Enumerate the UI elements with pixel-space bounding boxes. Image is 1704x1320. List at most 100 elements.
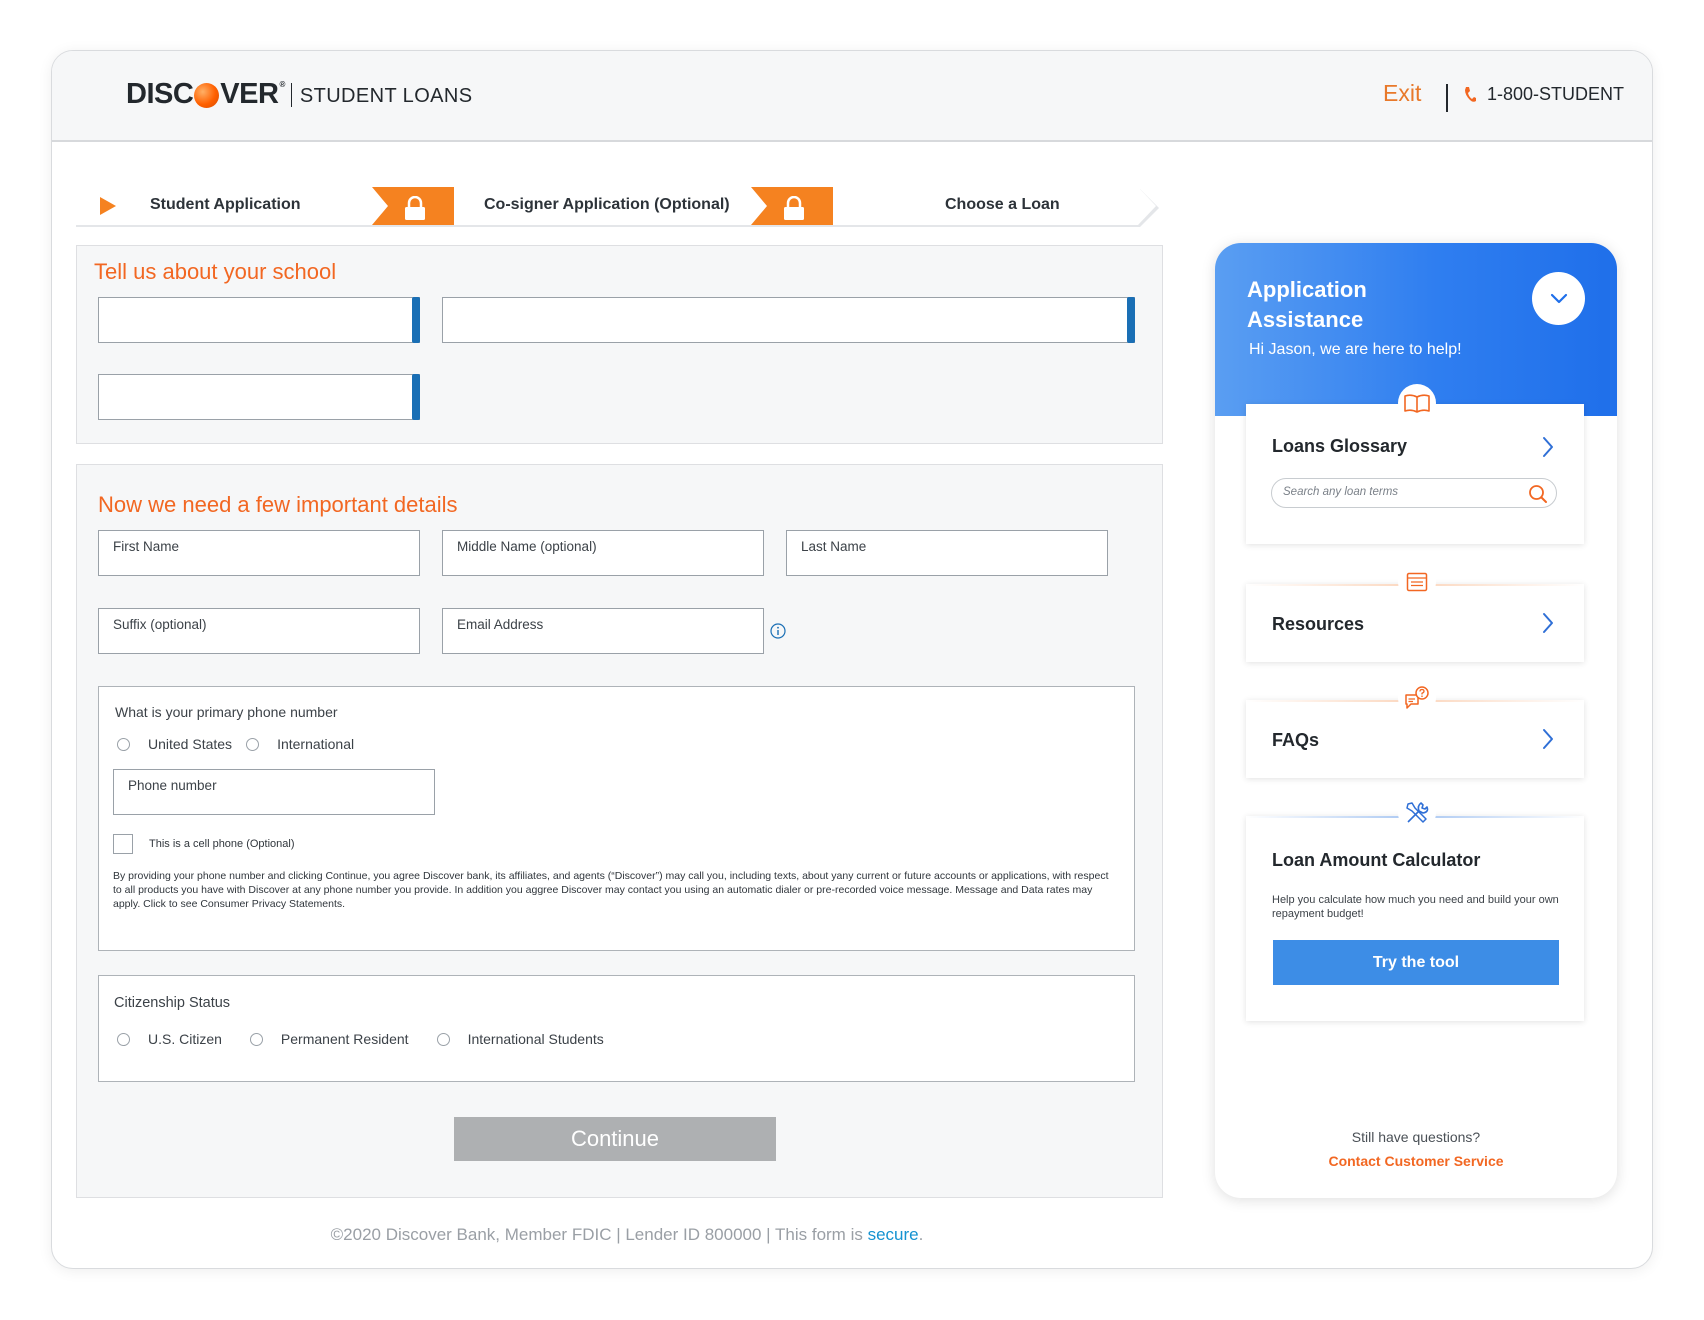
collapse-button[interactable] (1532, 272, 1585, 325)
footer-period: . (918, 1225, 924, 1244)
phone-section: What is your primary phone number United… (98, 686, 1135, 951)
lock-icon (784, 196, 804, 220)
email-field[interactable]: Email Address (442, 608, 764, 654)
exit-link[interactable]: Exit (1383, 80, 1421, 107)
secure-link[interactable]: secure (868, 1225, 919, 1244)
glossary-search-input[interactable]: Search any loan terms (1271, 478, 1557, 508)
school-input-3[interactable] (98, 374, 420, 420)
radio-label: International Students (467, 1031, 604, 1047)
lock-icon (405, 196, 425, 220)
try-the-tool-button[interactable]: Try the tool (1273, 940, 1559, 985)
glossary-badge (1398, 384, 1436, 422)
footer-text: ©2020 Discover Bank, Member FDIC | Lende… (330, 1225, 868, 1244)
radio-circle[interactable] (117, 1032, 130, 1046)
app-window: DISC VER ® STUDENT LOANS Exit 1-800-STUDEN… (51, 50, 1653, 1269)
radio-circle[interactable] (249, 1032, 263, 1046)
footer: ©2020 Discover Bank, Member FDIC | Lende… (52, 1225, 1202, 1245)
last-name-label: Last Name (801, 539, 867, 554)
phone-icon (1465, 86, 1476, 102)
trademark-mark: ® (279, 80, 285, 89)
faqs-title: FAQs (1272, 730, 1320, 750)
radio-label: United States (148, 736, 233, 752)
school-panel: Tell us about your school (76, 245, 1163, 444)
radio-international-students[interactable]: International Students (436, 1031, 604, 1047)
step-choose-a-loan[interactable]: Choose a Loan (945, 196, 1060, 214)
details-panel: Now we need a few important details Firs… (76, 464, 1163, 1198)
resources-title: Resources (1272, 614, 1365, 634)
radio-permanent-resident[interactable]: Permanent Resident (249, 1031, 409, 1047)
discover-logo[interactable]: DISC VER ® STUDENT LOANS (126, 78, 473, 111)
progress-stepper: Student Application Co-signer Applicatio… (76, 187, 1162, 227)
brand-wordmark: DISC VER ® (126, 78, 285, 111)
calculator-badge (1398, 794, 1436, 832)
phone-disclaimer: By providing your phone number and click… (113, 870, 1109, 910)
middle-name-label: Middle Name (optional) (457, 539, 597, 554)
phone-number: 1-800-STUDENT (1487, 84, 1625, 104)
school-input-2[interactable] (442, 297, 1135, 343)
chevron-right-icon[interactable] (1542, 728, 1554, 750)
search-icon[interactable] (1528, 484, 1548, 504)
radio-international[interactable]: International (246, 736, 354, 752)
faqs-badge (1398, 679, 1436, 717)
radio-circle[interactable] (246, 737, 260, 751)
phone-question: What is your primary phone number (115, 704, 338, 720)
citizenship-label: Citizenship Status (114, 995, 231, 1011)
phone-country-radios: United States International (117, 736, 354, 752)
search-placeholder: Search any loan terms (1283, 486, 1399, 498)
details-section-title: Now we need a few important details (98, 492, 458, 517)
citizenship-section: Citizenship Status U.S. Citizen Permanen… (98, 975, 1135, 1082)
step-student-application[interactable]: Student Application (150, 196, 301, 214)
brand-subtitle: STUDENT LOANS (299, 85, 473, 107)
cell-phone-checkbox[interactable] (113, 834, 133, 854)
radio-label: U.S. Citizen (148, 1031, 222, 1047)
school-section-title: Tell us about your school (94, 259, 337, 284)
suffix-label: Suffix (optional) (113, 617, 207, 632)
school-input-1[interactable] (98, 297, 420, 343)
header-divider (1446, 84, 1448, 112)
assistance-title: Application Assistance (1247, 277, 1367, 332)
chevron-down-icon (1550, 293, 1567, 303)
suffix-field[interactable]: Suffix (optional) (98, 608, 420, 654)
phone-link[interactable]: 1-800-STUDENT (1463, 84, 1624, 105)
middle-name-field[interactable]: Middle Name (optional) (442, 530, 764, 576)
step-cosigner-application[interactable]: Co-signer Application (Optional) (484, 196, 730, 214)
radio-us-citizen[interactable]: U.S. Citizen (117, 1031, 222, 1047)
input-edge-marker (412, 374, 420, 420)
tools-icon (1406, 802, 1429, 823)
chevron-right-icon[interactable] (1542, 612, 1554, 634)
radio-circle[interactable] (117, 737, 130, 751)
contact-customer-service-link[interactable]: Contact Customer Service (1215, 1153, 1617, 1169)
resources-badge (1398, 563, 1436, 601)
application-assistance-panel: Application Assistance Hi Jason, we are … (1215, 243, 1617, 1198)
brand-text-right: VER (220, 78, 279, 110)
glossary-title: Loans Glossary (1272, 436, 1408, 456)
assistance-greeting: Hi Jason, we are here to help! (1249, 341, 1462, 358)
brand-text-left: DISC (126, 78, 194, 110)
still-have-questions: Still have questions? (1351, 1129, 1481, 1145)
current-step-play-icon (100, 197, 116, 215)
input-edge-marker (1127, 297, 1135, 343)
logo-divider (290, 82, 292, 107)
loans-glossary-card[interactable]: Loans Glossary Search any loan terms (1246, 404, 1584, 544)
email-label: Email Address (457, 617, 544, 632)
radio-label: International (277, 736, 355, 752)
last-name-field[interactable]: Last Name (786, 530, 1108, 576)
radio-circle[interactable] (436, 1032, 450, 1046)
brand-o-icon (194, 83, 220, 108)
phone-number-field[interactable]: Phone number (113, 769, 435, 815)
question-chat-icon (1405, 686, 1429, 709)
first-name-label: First Name (113, 539, 180, 554)
info-icon[interactable] (770, 623, 786, 639)
calculator-title: Loan Amount Calculator (1272, 850, 1481, 870)
chevron-right-icon[interactable] (1542, 436, 1554, 458)
document-list-icon (1406, 572, 1428, 592)
loan-calculator-card: Loan Amount Calculator Help you calculat… (1246, 816, 1584, 1021)
radio-united-states[interactable]: United States (117, 736, 232, 752)
cell-phone-label: This is a cell phone (Optional) (149, 838, 295, 850)
continue-button[interactable]: Continue (454, 1117, 776, 1161)
first-name-field[interactable]: First Name (98, 530, 420, 576)
phone-number-label: Phone number (128, 778, 217, 793)
citizenship-radios: U.S. Citizen Permanent Resident Internat… (117, 1031, 604, 1047)
top-bar: DISC VER ® STUDENT LOANS Exit 1-800-STUDEN… (52, 51, 1652, 142)
radio-label: Permanent Resident (280, 1031, 409, 1047)
